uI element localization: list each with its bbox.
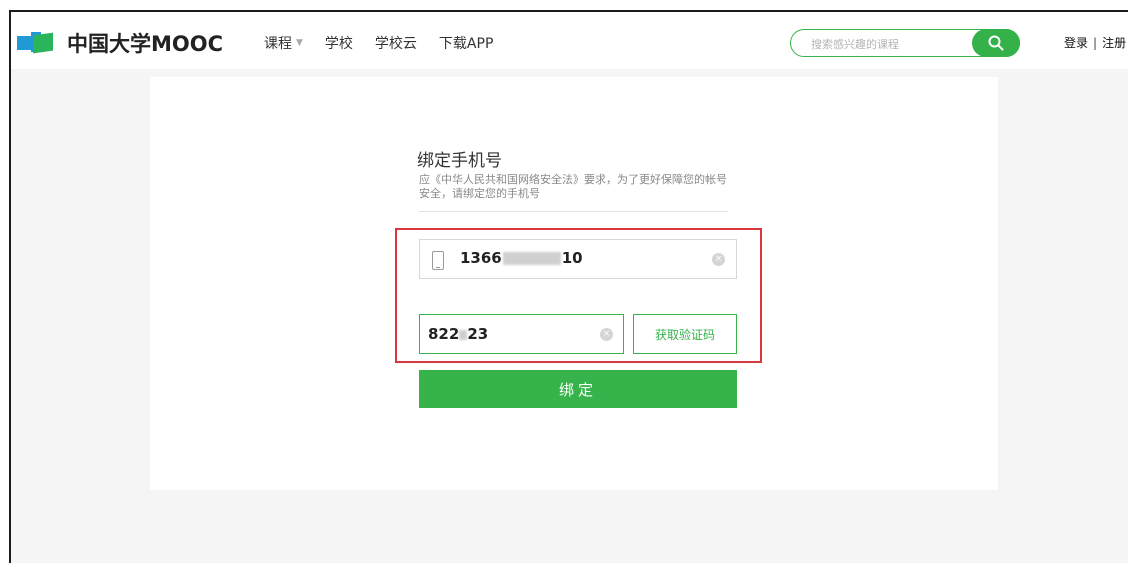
- code-prefix: 822: [428, 325, 460, 343]
- mobile-phone-icon: [432, 251, 444, 270]
- register-link[interactable]: 注册: [1102, 36, 1126, 50]
- phone-number-prefix: 1366: [460, 249, 502, 267]
- search-bar: [790, 29, 1020, 57]
- nav-item-schools[interactable]: 学校: [325, 33, 353, 53]
- nav-item-label: 下载APP: [438, 36, 494, 52]
- phone-number-value: 1366 10: [460, 249, 583, 267]
- login-link[interactable]: 登录: [1064, 36, 1088, 50]
- main-nav: 课程 ▼ 学校 学校云 下载APP: [264, 33, 515, 53]
- page-title: 绑定手机号: [417, 151, 502, 171]
- top-navigation-bar: 中国大学MOOC 课程 ▼ 学校 学校云 下载APP 登录 | 注册: [11, 12, 1128, 69]
- page-description: 应《中华人民共和国网络安全法》要求，为了更好保障您的帐号安全，请绑定您的手机号: [419, 173, 727, 200]
- search-button[interactable]: [972, 29, 1020, 57]
- nav-item-school-cloud[interactable]: 学校云: [375, 33, 417, 53]
- divider: [419, 211, 728, 212]
- search-input[interactable]: [811, 35, 961, 53]
- verification-code-field[interactable]: 822 23 ×: [419, 314, 624, 354]
- clear-code-icon[interactable]: ×: [600, 328, 613, 341]
- nav-item-download-app[interactable]: 下载APP: [439, 33, 493, 53]
- clear-phone-icon[interactable]: ×: [712, 253, 725, 266]
- code-suffix: 23: [467, 325, 489, 343]
- auth-links: 登录 | 注册: [1064, 34, 1126, 51]
- phone-number-suffix: 10: [561, 249, 583, 267]
- phone-number-field[interactable]: 1366 10 ×: [419, 239, 737, 279]
- search-icon: [988, 35, 1004, 51]
- nav-item-courses[interactable]: 课程 ▼: [264, 33, 303, 53]
- redacted-digits: [502, 252, 561, 265]
- caret-down-icon: ▼: [296, 38, 303, 48]
- logo-book-icon: [17, 32, 61, 54]
- nav-item-label: 课程: [264, 36, 292, 52]
- nav-item-label: 学校: [324, 36, 353, 52]
- redacted-digit: [459, 329, 468, 340]
- nav-item-label: 学校云: [374, 36, 417, 52]
- bind-button[interactable]: 绑定: [419, 370, 737, 408]
- auth-separator: |: [1093, 36, 1098, 50]
- logo-text: 中国大学MOOC: [67, 32, 224, 56]
- get-verification-code-button[interactable]: 获取验证码: [633, 314, 737, 354]
- site-logo[interactable]: 中国大学MOOC: [17, 28, 223, 58]
- verification-code-value: 822 23: [428, 325, 488, 343]
